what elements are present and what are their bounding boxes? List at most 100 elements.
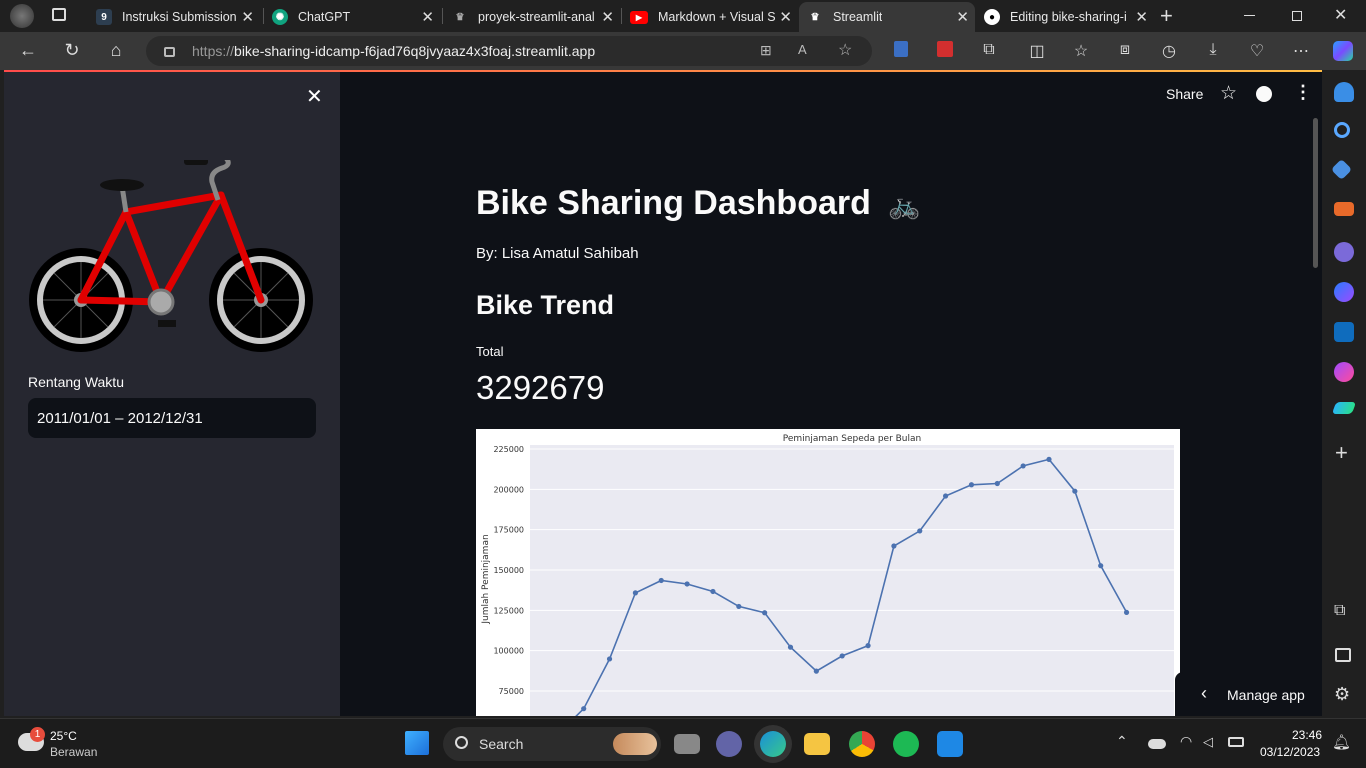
sidebar-toggle-icon[interactable] [1335,648,1351,662]
wifi-icon[interactable]: ◠ [1180,733,1192,750]
close-icon[interactable]: ✕ [241,8,254,26]
clock-date[interactable]: 03/12/2023 [1260,745,1320,759]
restore-button[interactable] [1292,11,1302,21]
main-menu-icon[interactable]: ⋮ [1294,82,1312,103]
date-range-input[interactable]: 2011/01/01 – 2012/12/31 [28,398,316,438]
games-icon[interactable] [1334,242,1354,262]
toolbox-icon[interactable] [1334,202,1354,216]
close-sidebar-button[interactable]: ✕ [306,84,323,109]
y-tick-label: 225000 [493,445,524,454]
home-button[interactable]: ⌂ [104,40,128,61]
weather-badge: 1 [30,727,45,742]
scrollbar[interactable] [1313,118,1318,268]
send-icon[interactable] [1331,402,1357,414]
search-box[interactable]: Search [443,727,661,761]
clock-time[interactable]: 23:46 [1292,728,1322,742]
url-prefix: https:// [192,43,235,59]
windows-start-icon[interactable] [405,731,429,755]
weather-temp[interactable]: 25°C [50,729,77,743]
date-range-value: 2011/01/01 – 2012/12/31 [37,410,203,427]
designer-icon[interactable] [1334,362,1354,382]
add-icon[interactable]: + [1335,440,1348,466]
data-point [1046,456,1052,462]
split-screen-icon[interactable]: ◫ [1027,41,1047,61]
favorite-star-icon[interactable]: ☆ [838,40,852,60]
extensions-icon[interactable]: ⧉ [979,41,999,59]
bicycle-emoji-icon: 🚲 [888,190,921,220]
data-point [994,480,1000,487]
onedrive-icon[interactable] [1148,739,1166,749]
tab-chatgpt[interactable]: ✺ ChatGPT ✕ [264,4,440,30]
tab-youtube[interactable]: ▶ Markdown + Visual S ✕ [622,4,798,30]
more-menu-icon[interactable]: ⋯ [1291,41,1311,61]
tab-actions-icon[interactable] [52,8,66,21]
share-button[interactable]: Share [1166,86,1203,102]
favorites-icon[interactable]: ☆ [1071,41,1091,61]
app-available-icon[interactable]: ⊞ [760,42,772,59]
close-icon[interactable]: ✕ [601,8,614,26]
data-point [917,528,923,534]
notification-bell-icon[interactable]: 🔔︎ [1332,733,1351,751]
volume-icon[interactable]: ◁ [1203,734,1213,750]
collections-icon[interactable]: ⧈ [1115,41,1135,59]
read-aloud-icon[interactable]: A [798,42,807,57]
copilot-icon[interactable] [1333,41,1353,61]
search-icon[interactable] [1334,122,1350,138]
tag-icon[interactable] [1330,158,1353,181]
file-explorer-icon[interactable] [804,733,830,755]
data-point [865,643,871,649]
extension-icon[interactable] [891,41,911,57]
task-view-icon[interactable] [674,734,700,754]
minimize-button[interactable] [1244,15,1255,16]
tab-github[interactable]: ● Editing bike-sharing-i ✕ [976,4,1154,30]
y-tick-label: 200000 [493,485,524,494]
data-point [1072,488,1078,494]
y-tick-label: 150000 [493,566,524,575]
mendeley-icon[interactable] [935,41,955,57]
star-icon[interactable]: ☆ [1220,82,1237,105]
vscode-icon[interactable] [937,731,963,757]
metric-label: Total [476,344,504,359]
data-point [684,581,690,587]
spotify-icon[interactable] [893,731,919,757]
data-point [632,590,638,596]
author-text: By: Lisa Amatul Sahibah [476,245,639,262]
data-point [606,656,613,662]
close-window-button[interactable]: ✕ [1334,5,1347,25]
teams-meet-icon[interactable] [716,731,742,757]
tab-proyek-streamlit[interactable]: ♛ proyek-streamlit-anal ✕ [444,4,620,30]
edge-taskbar-icon[interactable] [760,731,786,757]
sidebar: ✕ Rentang Waktu 2011/01/01 – 2012/12/31 [4,72,340,716]
address-bar[interactable]: https://bike-sharing-idcamp-f6jad76q8jvy… [146,36,872,66]
refresh-button[interactable]: ↻ [60,40,84,61]
section-heading: Bike Trend [476,290,615,320]
weather-desc[interactable]: Berawan [50,745,97,759]
close-icon[interactable]: ✕ [956,8,969,26]
close-icon[interactable]: ✕ [779,8,792,26]
settings-gear-icon[interactable]: ⚙ [1334,684,1350,705]
tab-instruksi[interactable]: 9 Instruksi Submission ✕ [88,4,260,30]
performance-icon[interactable]: ♡ [1247,41,1267,61]
data-point [762,610,768,616]
github-icon[interactable] [1256,86,1272,102]
page-title: Bike Sharing Dashboard 🚲 [476,184,921,222]
chrome-icon[interactable] [849,731,875,757]
close-icon[interactable]: ✕ [1135,8,1148,26]
downloads-icon[interactable]: ⤓ [1203,41,1223,59]
copilot-icon[interactable] [1334,282,1354,302]
outlook-icon[interactable] [1334,322,1354,342]
back-button[interactable]: ← [16,40,40,61]
profile-avatar[interactable] [10,4,34,28]
y-tick-label: 125000 [493,606,524,615]
metric-value: 3292679 [476,369,605,406]
streamlit-icon: ♛ [455,11,465,23]
tab-streamlit[interactable]: ♛ Streamlit ✕ [799,2,975,32]
bell-icon[interactable] [1334,82,1354,102]
screenshot-icon[interactable]: ⧉ [1334,602,1345,620]
manage-app-button[interactable]: ‹ Manage app [1175,672,1322,716]
battery-icon[interactable] [1228,737,1244,747]
history-icon[interactable]: ◷ [1159,41,1179,61]
close-icon[interactable]: ✕ [421,8,434,26]
chevron-up-icon[interactable]: ⌃ [1116,733,1128,750]
new-tab-button[interactable]: + [1160,3,1173,29]
